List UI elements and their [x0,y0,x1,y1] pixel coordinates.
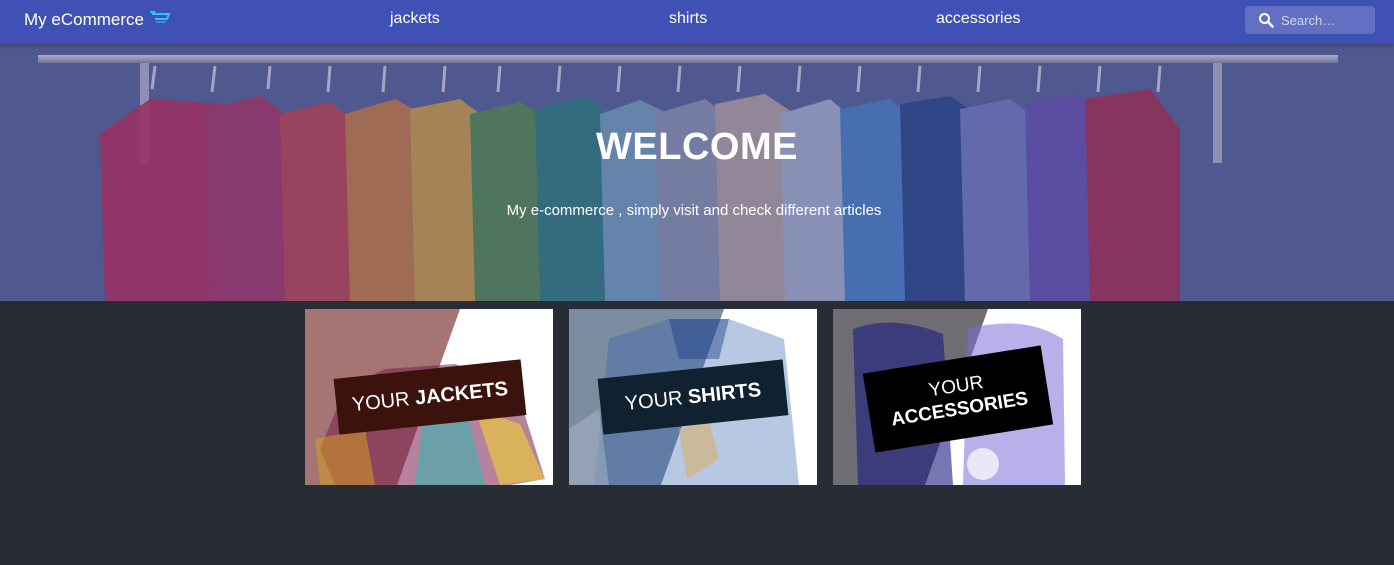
category-card-jackets[interactable]: YOUR JACKETS [305,309,553,485]
nav-link-shirts[interactable]: shirts [669,10,707,28]
brand-name: My eCommerce [24,10,144,29]
hero-subtitle: My e-commerce , simply visit and check d… [506,202,882,219]
hero-banner: WELCOME My e-commerce , simply visit and… [0,44,1394,301]
nav-link-accessories[interactable]: accessories [936,10,1020,28]
card-label-light: YOUR [623,386,684,415]
brand-link[interactable]: My eCommerce [24,10,171,30]
card-label-light: YOUR [350,387,411,416]
hero-overlay [0,44,1394,301]
card-label-bold: JACKETS [413,377,510,410]
shopping-cart-icon [149,11,171,23]
nav-link-jackets[interactable]: jackets [390,10,440,28]
search-input[interactable] [1281,6,1371,34]
hero-title: WELCOME [596,126,798,168]
top-navbar: My eCommerce jackets shirts accessories [0,0,1394,44]
search-icon [1259,13,1274,28]
category-card-shirts[interactable]: YOUR SHIRTS [569,309,817,485]
category-card-accessories[interactable]: YOUR ACCESSORIES [833,309,1081,485]
search-box[interactable] [1245,6,1375,34]
card-label-bold: SHIRTS [686,378,763,408]
